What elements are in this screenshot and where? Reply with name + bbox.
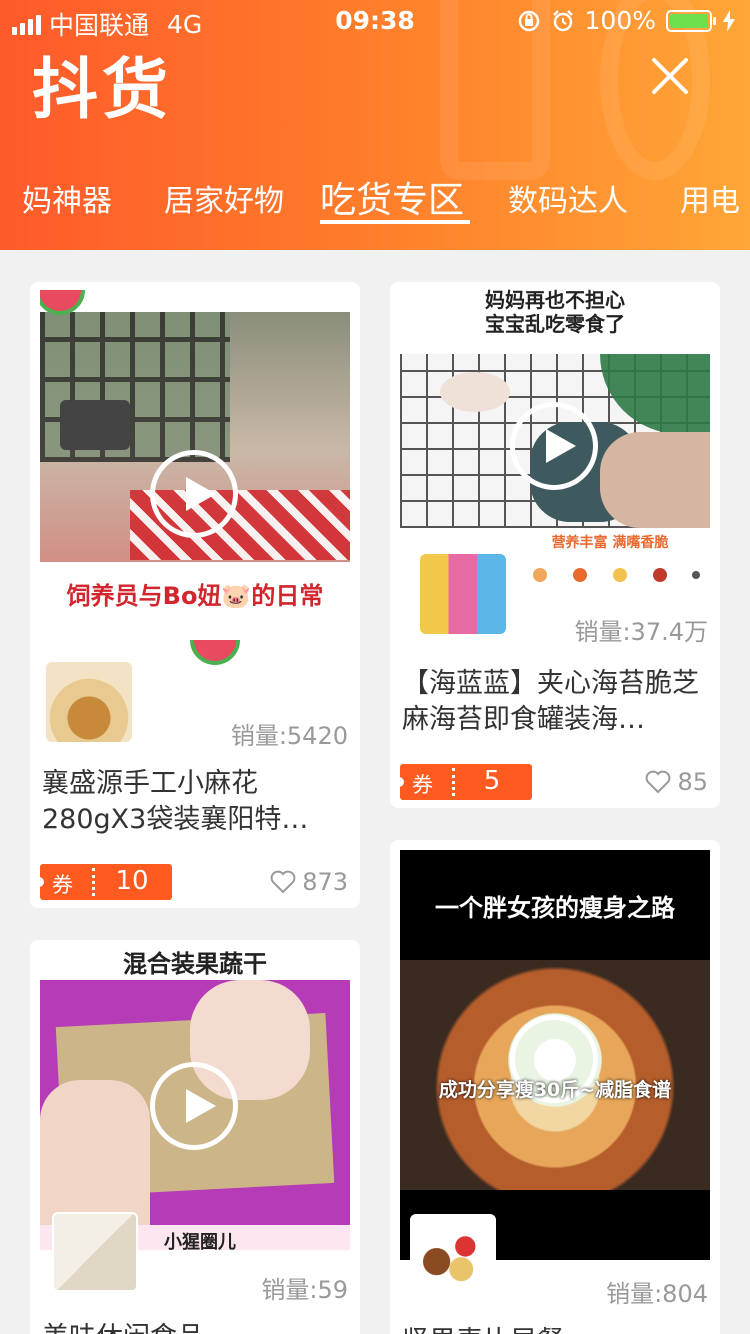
video-caption: 妈妈再也不担心 宝宝乱吃零食了 (485, 288, 625, 336)
product-image[interactable] (420, 554, 506, 634)
battery-percent: 100% (584, 6, 656, 35)
product-card[interactable]: 饲养员与Bo妞🐷的日常 销量:5420 襄盛源手工小麻花280gX3袋装襄阳特…… (30, 282, 360, 908)
play-icon[interactable] (150, 450, 238, 538)
page-title: 抖货 (32, 51, 172, 128)
heart-icon (646, 770, 671, 794)
play-icon[interactable] (510, 402, 598, 490)
tab-digital[interactable]: 数码达人 (508, 176, 628, 220)
video-thumbnail[interactable]: 饲养员与Bo妞🐷的日常 (40, 290, 350, 690)
video-caption: 混合装果蔬干 (123, 950, 267, 978)
product-name[interactable]: 坚果麦片早餐 (402, 1324, 708, 1334)
product-card[interactable]: 一个胖女孩的瘦身之路 成功分享瘦30斤~减脂食谱 销量:804 坚果麦片早餐 (390, 840, 720, 1334)
header: 中国联通 4G 09:38 100% 抖货 妈神器 居家好物 吃货专区 数码达人… (0, 0, 750, 250)
video-subcaption: 成功分享瘦30斤~减脂食谱 (438, 1079, 672, 1101)
video-caption: 饲养员与Bo妞🐷的日常 (66, 582, 324, 610)
alarm-icon (552, 9, 573, 31)
close-icon[interactable] (648, 54, 692, 98)
sales-count: 销量:37.4万 (574, 618, 708, 646)
charging-icon (723, 9, 735, 32)
product-image[interactable] (52, 1212, 138, 1292)
coupon-badge[interactable]: 券 10 (34, 864, 172, 900)
product-image[interactable] (410, 1214, 496, 1294)
product-name[interactable]: 襄盛源手工小麻花280gX3袋装襄阳特… (42, 766, 348, 838)
like-count[interactable]: 85 (645, 768, 708, 796)
sales-count: 销量:59 (261, 1276, 348, 1304)
product-name[interactable]: 美味休闲食品 (42, 1320, 348, 1334)
product-image[interactable] (46, 662, 132, 742)
active-tab-indicator (320, 220, 470, 224)
like-value: 873 (302, 868, 348, 896)
coupon-label: 券 (52, 873, 73, 897)
sales-count: 销量:5420 (230, 722, 348, 750)
coupon-badge[interactable]: 券 5 (394, 764, 532, 800)
sales-count: 销量:804 (606, 1280, 708, 1308)
coupon-value: 5 (483, 766, 501, 796)
battery-icon (666, 9, 716, 32)
video-subcaption: 小猩圈儿 (164, 1232, 236, 1250)
video-caption: 一个胖女孩的瘦身之路 (435, 894, 675, 922)
hand (40, 1080, 150, 1230)
tab-mom-gadgets[interactable]: 妈神器 (22, 176, 112, 220)
nutrition-dots (533, 568, 700, 582)
product-name[interactable]: 【海蓝蓝】夹心海苔脆芝麻海苔即食罐装海… (402, 666, 708, 738)
product-card[interactable]: 妈妈再也不担心 宝宝乱吃零食了 营养丰富 满嘴香脆 销量:37.4万 【海蓝蓝】… (390, 282, 720, 808)
video-thumbnail[interactable]: 混合装果蔬干 小猩圈儿 (40, 940, 350, 1250)
watermelon-icon (40, 290, 85, 315)
coupon-label: 券 (412, 773, 433, 797)
video-thumbnail[interactable]: 一个胖女孩的瘦身之路 成功分享瘦30斤~减脂食谱 (400, 850, 710, 1260)
tab-home-goods[interactable]: 居家好物 (164, 176, 284, 220)
watermelon-icon (190, 639, 240, 665)
product-card[interactable]: 混合装果蔬干 小猩圈儿 销量:59 美味休闲食品 (30, 940, 360, 1334)
coupon-value: 10 (115, 866, 149, 896)
plate (440, 372, 510, 412)
hand (600, 432, 710, 528)
tab-appliances[interactable]: 用电 (680, 176, 740, 220)
video-subcaption: 营养丰富 满嘴香脆 (551, 535, 669, 551)
like-value: 85 (677, 768, 708, 796)
rotation-lock-icon (518, 10, 539, 31)
heart-icon (270, 870, 296, 894)
like-count[interactable]: 873 (270, 868, 348, 896)
play-icon[interactable] (150, 1062, 238, 1150)
tab-foodie-zone[interactable]: 吃货专区 (320, 171, 464, 223)
phone-holder (60, 400, 130, 450)
